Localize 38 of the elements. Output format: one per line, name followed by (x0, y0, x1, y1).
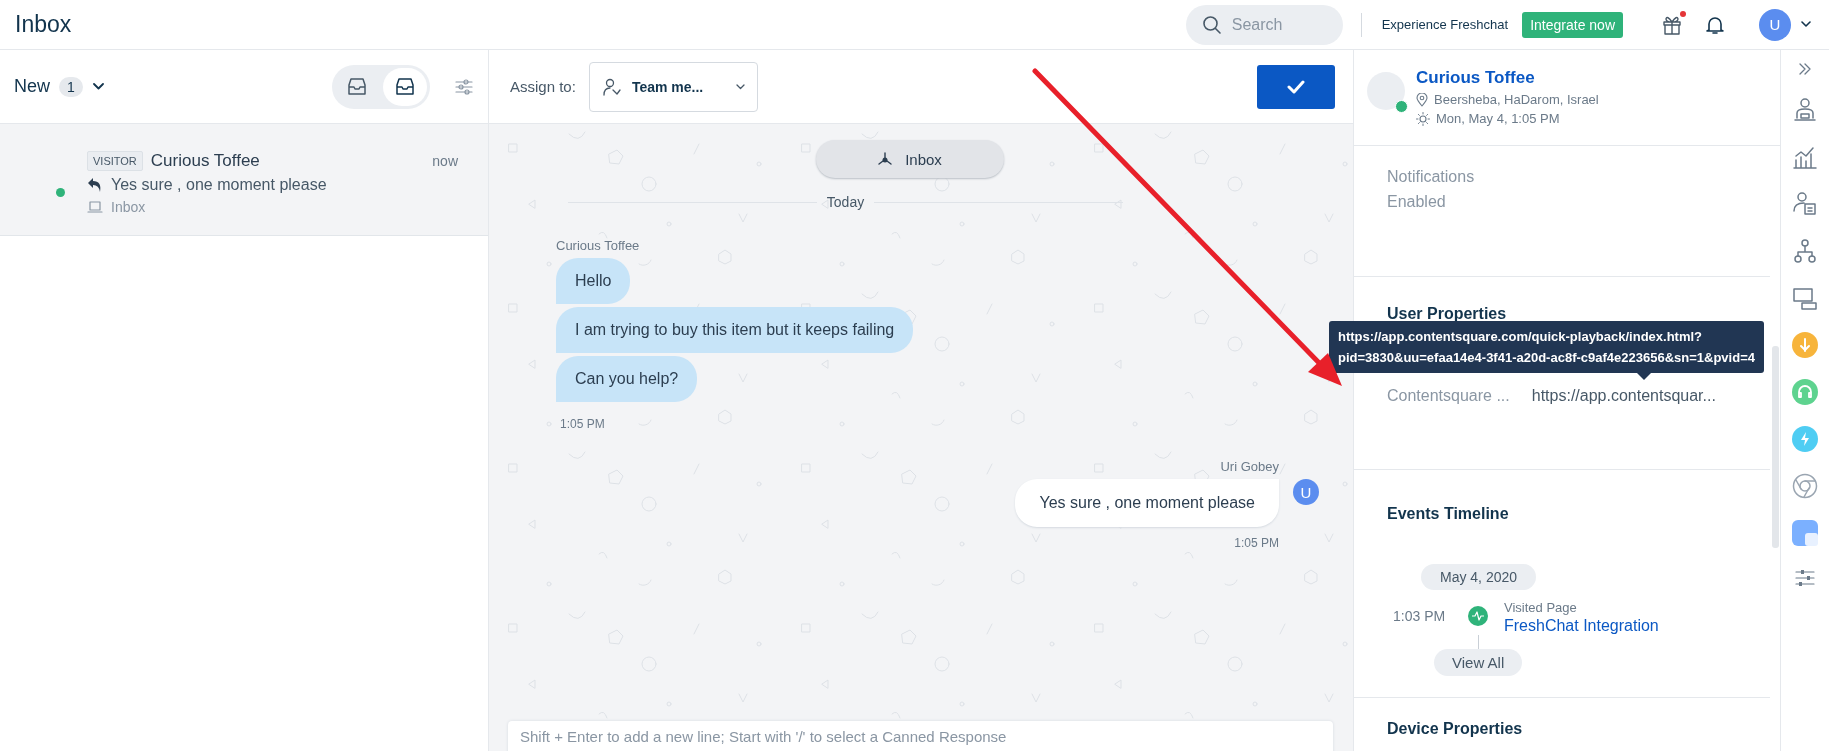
property-value: https://app.contentsquar... (1531, 387, 1716, 405)
contact-name[interactable]: Curious Toffee (1416, 68, 1599, 88)
date-chip: May 4, 2020 (1421, 564, 1537, 590)
event-time: 1:03 PM (1393, 608, 1447, 624)
assignee-dropdown[interactable]: Team me... (588, 61, 758, 112)
conversation-time: now (432, 153, 458, 169)
page-title: Inbox (15, 11, 72, 38)
sender-name: Uri Gobey (1220, 459, 1279, 474)
sender-name: Curious Toffee (556, 238, 640, 253)
property-label: Notifications Enabled (1387, 167, 1476, 212)
message-preview: Yes sure , one moment please (111, 176, 327, 194)
message-time: 1:05 PM (1234, 536, 1279, 550)
contact-name: Curious Toffee (150, 151, 260, 171)
contact-location: Beersheba, HaDarom, Israel (1434, 92, 1599, 107)
section-title: User Properties (1387, 305, 1508, 323)
message-input[interactable]: Shift + Enter to add a new line; Start with '/' to select a Canned Response (508, 721, 1333, 751)
promo-text: Experience Freshchat (1381, 17, 1509, 32)
search-field[interactable]: Search (1185, 4, 1343, 45)
filter-label[interactable]: New (14, 76, 50, 97)
visitor-tag: VISITOR (87, 151, 143, 171)
assign-label: Assign to: (510, 78, 576, 95)
channel-name: Inbox (111, 199, 146, 215)
section-title: Events Timeline (1387, 505, 1510, 523)
conversation-item[interactable]: VISITOR Curious Toffee now Yes sure , one moment please Inbox (0, 124, 488, 236)
property-label: Contentsquare ... (1387, 387, 1510, 405)
contact-local-time: Mon, May 4, 1:05 PM (1436, 111, 1560, 126)
channel-pill[interactable]: Inbox (815, 140, 1004, 178)
message-bubble: Yes sure , one moment please (1015, 479, 1279, 527)
message-bubble: Can you help? (556, 356, 698, 402)
view-all-button[interactable]: View All (1434, 649, 1523, 676)
section-title: Device Properties (1387, 720, 1524, 738)
date-divider: Today (826, 194, 865, 210)
message-time: 1:05 PM (560, 417, 605, 431)
message-bubble: Hello (556, 258, 631, 304)
message-bubble: I am trying to buy this item but it keeps failing (556, 307, 914, 353)
event-type: Visited Page (1504, 600, 1578, 615)
count-badge: 1 (59, 76, 83, 97)
event-link[interactable]: FreshChat Integration (1504, 617, 1659, 635)
